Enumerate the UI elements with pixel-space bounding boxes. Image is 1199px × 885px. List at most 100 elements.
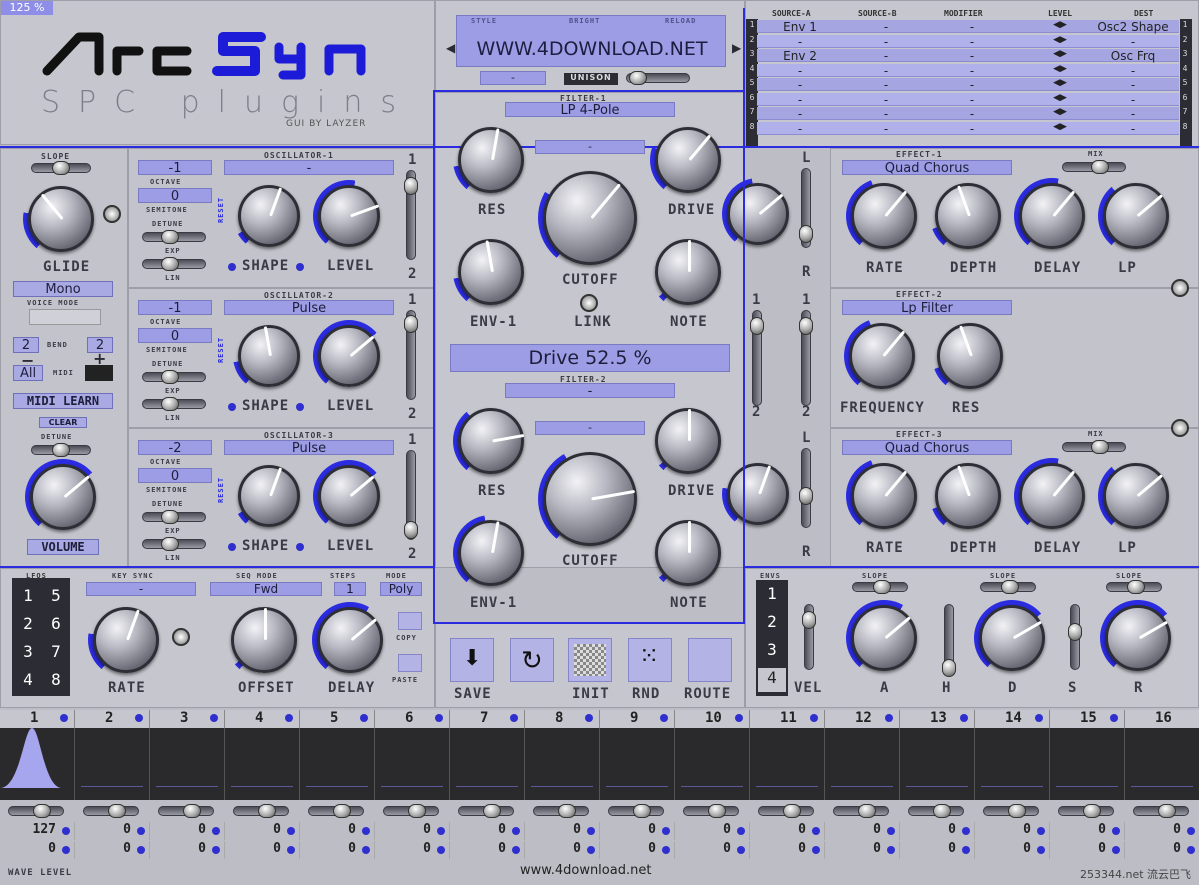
source-b[interactable]: - (843, 78, 929, 92)
lfo-select-button[interactable]: 7 (44, 642, 68, 666)
seq-step-slider[interactable] (1058, 804, 1114, 818)
step-mod-dot[interactable] (285, 714, 293, 722)
mix-slider[interactable] (1062, 440, 1126, 454)
step-mod-dot[interactable] (510, 714, 518, 722)
res-knob[interactable] (453, 122, 529, 198)
seq-mod-dot[interactable] (812, 827, 820, 835)
seq-step-cell[interactable] (600, 728, 675, 800)
source-a[interactable]: - (757, 93, 843, 107)
seq-step-slider[interactable] (458, 804, 514, 818)
dest[interactable]: Osc2 Shape (1087, 20, 1179, 34)
seq-step-cell[interactable] (675, 728, 750, 800)
modifier[interactable]: - (929, 35, 1015, 49)
route-button[interactable] (688, 638, 732, 682)
filter-type-select[interactable]: - (505, 383, 675, 398)
steps-select[interactable]: 1 (334, 582, 366, 596)
dest[interactable]: Osc Frq (1087, 49, 1179, 63)
seq-mod-dot[interactable] (287, 827, 295, 835)
seq-step-cell[interactable] (1125, 728, 1199, 800)
shape-mod-dot[interactable] (228, 403, 236, 411)
seq-step-cell[interactable] (300, 728, 375, 800)
preset-prev-arrow[interactable]: ◀ (446, 41, 455, 55)
dest[interactable]: - (1087, 64, 1179, 78)
env-select-button[interactable]: 1 (758, 584, 786, 608)
seq-mod-dot[interactable] (1187, 827, 1195, 835)
step-mod-dot[interactable] (735, 714, 743, 722)
seq-mod-dot[interactable] (437, 827, 445, 835)
seq-mod-dot[interactable] (587, 827, 595, 835)
seq-mod-dot[interactable] (887, 846, 895, 854)
level-arrows[interactable]: ◀▶ (1053, 20, 1067, 30)
mix-slider[interactable] (1062, 160, 1126, 174)
seq-step-cell[interactable] (900, 728, 975, 800)
copy-button[interactable] (398, 612, 422, 630)
d-slope-slider[interactable] (980, 580, 1036, 594)
seq-mod-dot[interactable] (1187, 846, 1195, 854)
lfo-rate-sync-toggle[interactable] (172, 628, 190, 646)
seq-mod-dot[interactable] (1112, 846, 1120, 854)
filter-link-toggle[interactable] (580, 294, 598, 312)
source-b[interactable]: - (843, 20, 929, 34)
level-arrows[interactable]: ◀▶ (1053, 49, 1067, 59)
seq-mod-dot[interactable] (212, 846, 220, 854)
source-b[interactable]: - (843, 35, 929, 49)
level-arrows[interactable]: ◀▶ (1053, 78, 1067, 88)
preset-next-arrow[interactable]: ▶ (732, 41, 741, 55)
lfo-select-button[interactable]: 1 (16, 586, 40, 610)
mod-row[interactable]: 2 - - - ◀▶ - 2 (750, 34, 1187, 49)
level-arrows[interactable]: ◀▶ (1053, 107, 1067, 117)
mod-row[interactable]: 7 - - - ◀▶ - 7 (750, 107, 1187, 121)
seq-mod-dot[interactable] (362, 846, 370, 854)
route-slider[interactable] (404, 450, 418, 540)
route-slider[interactable] (404, 170, 418, 260)
source-a[interactable]: Env 1 (757, 20, 843, 34)
seq-mod-dot[interactable] (512, 827, 520, 835)
step-mod-dot[interactable] (1035, 714, 1043, 722)
shape-mod-dot[interactable] (296, 263, 304, 271)
dest[interactable]: - (1087, 78, 1179, 92)
seq-mod-dot[interactable] (1112, 827, 1120, 835)
seq-step-slider[interactable] (158, 804, 214, 818)
lfo-select-button[interactable]: 2 (16, 614, 40, 638)
seq-mod-dot[interactable] (737, 827, 745, 835)
seq-mod-dot[interactable] (137, 827, 145, 835)
seq-step-cell[interactable] (750, 728, 825, 800)
seq-step-cell[interactable] (1050, 728, 1125, 800)
detune-slider[interactable] (142, 230, 206, 244)
velocity-slider[interactable] (802, 604, 816, 670)
depth-knob[interactable] (930, 458, 1006, 534)
mod-row[interactable]: 6 - - - ◀▶ - 6 (750, 92, 1187, 107)
semitone-value[interactable]: 0 (138, 188, 212, 203)
step-mod-dot[interactable] (960, 714, 968, 722)
seq-mod-dot[interactable] (1037, 827, 1045, 835)
hold-slider[interactable] (942, 604, 956, 677)
route-slider[interactable] (404, 310, 418, 400)
effect-order-toggle[interactable] (1171, 419, 1189, 437)
seq-step-cell[interactable] (975, 728, 1050, 800)
effect-order-toggle[interactable] (1171, 279, 1189, 297)
clear-button[interactable]: CLEAR (39, 417, 87, 428)
filter-routing-slider-b[interactable] (799, 310, 813, 406)
level-arrows[interactable]: ◀▶ (1053, 64, 1067, 74)
seq-step-header[interactable]: 16 (1125, 710, 1199, 728)
shape-knob[interactable] (233, 460, 305, 532)
source-b[interactable]: - (843, 122, 929, 136)
octave-value[interactable]: -2 (138, 440, 212, 455)
global-detune-slider[interactable] (31, 443, 91, 457)
lfo-select-button[interactable]: 3 (16, 642, 40, 666)
modifier[interactable]: - (929, 78, 1015, 92)
modifier[interactable]: - (929, 49, 1015, 63)
mod-row[interactable]: 1 Env 1 - - ◀▶ Osc2 Shape 1 (750, 20, 1187, 34)
delay-knob[interactable] (1014, 458, 1090, 534)
seq-step-slider[interactable] (908, 804, 964, 818)
seq-mod-dot[interactable] (662, 827, 670, 835)
detune-slider[interactable] (142, 370, 206, 384)
lfo-offset-knob[interactable] (226, 602, 302, 678)
res-knob[interactable] (932, 318, 1008, 394)
effect-type-select[interactable]: Quad Chorus (842, 160, 1012, 175)
mod-row[interactable]: 8 - - - ◀▶ - 8 (750, 121, 1187, 136)
sustain-slider[interactable] (1068, 604, 1082, 670)
midi-channel-select[interactable]: All (13, 365, 43, 381)
lfo-delay-knob[interactable] (312, 602, 388, 678)
seq-step-slider[interactable] (233, 804, 289, 818)
